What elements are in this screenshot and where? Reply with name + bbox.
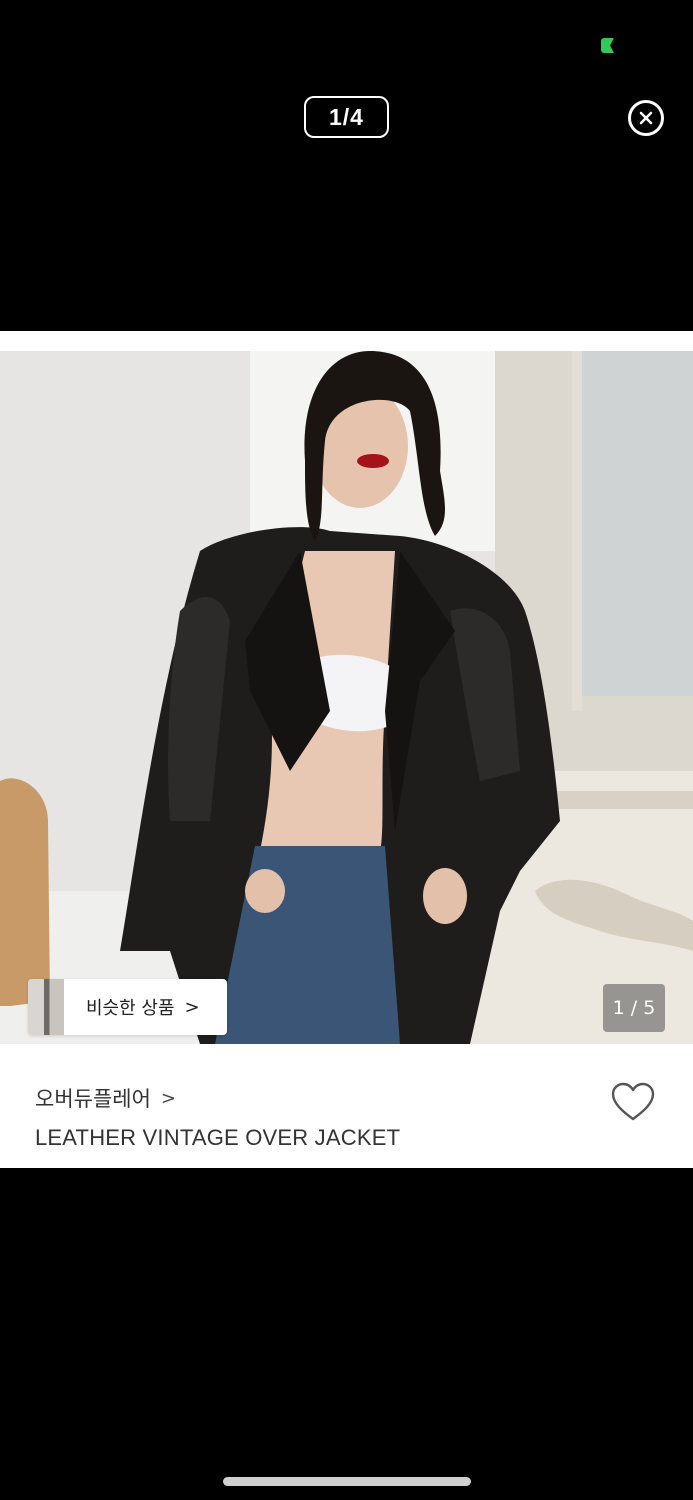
similar-products-label: 비슷한 상품 bbox=[86, 998, 175, 1019]
similar-products-button[interactable]: 비슷한 상품 > bbox=[28, 979, 227, 1035]
status-indicator bbox=[601, 38, 614, 53]
image-counter: 1 / 5 bbox=[603, 984, 665, 1032]
close-icon bbox=[639, 111, 653, 125]
page-counter: 1/4 bbox=[304, 96, 389, 138]
similar-products-thumbnail bbox=[28, 979, 64, 1035]
like-button[interactable] bbox=[610, 1081, 656, 1123]
product-card: 비슷한 상품 > 1 / 5 오버듀플레어 > LEATHER VINTAGE … bbox=[0, 331, 693, 1168]
product-photo-illustration bbox=[0, 351, 693, 1044]
home-indicator[interactable] bbox=[223, 1477, 471, 1486]
close-button[interactable] bbox=[628, 100, 664, 136]
chevron-right-icon: > bbox=[160, 1087, 177, 1109]
product-name: LEATHER VINTAGE OVER JACKET bbox=[35, 1125, 401, 1150]
brand-name: 오버듀플레어 bbox=[35, 1087, 151, 1111]
heart-icon bbox=[611, 1082, 655, 1121]
product-photo[interactable]: 비슷한 상품 > 1 / 5 bbox=[0, 351, 693, 1044]
chevron-right-icon: > bbox=[184, 996, 200, 1018]
brand-link[interactable]: 오버듀플레어 > bbox=[35, 1083, 176, 1113]
